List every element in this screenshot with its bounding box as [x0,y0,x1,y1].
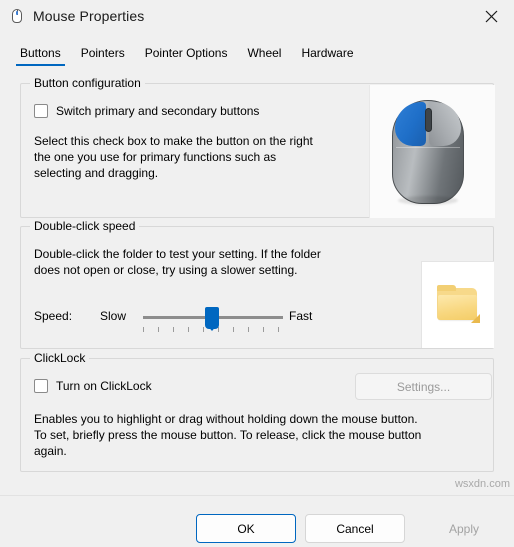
speed-label: Speed: [34,309,73,323]
switch-buttons-checkbox[interactable] [34,104,48,118]
clicklock-desc-line-3: again. [34,444,67,458]
button-config-desc-line-3: selecting and dragging. [34,166,159,180]
footer-separator [0,495,514,496]
tab-hardware[interactable]: Hardware [291,42,363,66]
cancel-button[interactable]: Cancel [305,514,405,543]
clicklock-group: ClickLock Turn on ClickLock Settings... … [20,351,494,472]
button-configuration-group: Button configuration Switch primary and … [20,76,495,218]
double-click-desc-line-2: does not open or close, try using a slow… [34,263,298,277]
close-icon[interactable] [468,0,514,32]
tab-strip: Buttons Pointers Pointer Options Wheel H… [10,40,514,66]
clicklock-title: ClickLock [30,351,90,365]
double-click-test-area[interactable] [421,261,494,348]
switch-buttons-checkbox-row[interactable]: Switch primary and secondary buttons [34,104,259,118]
tab-buttons[interactable]: Buttons [10,42,71,66]
window-title: Mouse Properties [33,8,145,24]
button-config-desc-line-1: Select this check box to make the button… [34,134,313,148]
double-click-speed-slider-thumb[interactable] [205,307,219,331]
double-click-speed-title: Double-click speed [30,219,140,233]
ok-button[interactable]: OK [196,514,296,543]
tab-pointers[interactable]: Pointers [71,42,135,66]
title-bar: Mouse Properties [0,0,514,32]
button-config-desc-line-2: the one you use for primary functions su… [34,150,277,164]
clicklock-checkbox-label: Turn on ClickLock [56,379,152,393]
folder-icon[interactable] [437,285,480,323]
button-configuration-description: Select this check box to make the button… [34,133,354,181]
button-configuration-title: Button configuration [30,76,145,90]
fast-label: Fast [289,309,313,323]
tab-wheel[interactable]: Wheel [237,42,291,66]
double-click-speed-group: Double-click speed Double-click the fold… [20,219,494,349]
clicklock-description: Enables you to highlight or drag without… [34,411,484,459]
mouse-properties-window: Mouse Properties Buttons Pointers Pointe… [0,0,514,547]
mouse-preview-image [369,85,495,218]
mouse-icon [9,8,25,24]
apply-button[interactable]: Apply [414,514,514,543]
watermark: wsxdn.com [454,478,510,490]
clicklock-checkbox[interactable] [34,379,48,393]
double-click-description: Double-click the folder to test your set… [34,246,424,278]
slow-label: Slow [100,309,127,323]
clicklock-desc-line-1: Enables you to highlight or drag without… [34,412,418,426]
tab-pointer-options[interactable]: Pointer Options [135,42,238,66]
double-click-desc-line-1: Double-click the folder to test your set… [34,247,321,261]
clicklock-checkbox-row[interactable]: Turn on ClickLock [34,379,152,393]
clicklock-desc-line-2: To set, briefly press the mouse button. … [34,428,422,442]
switch-buttons-label: Switch primary and secondary buttons [56,104,260,118]
clicklock-settings-button[interactable]: Settings... [355,373,492,400]
